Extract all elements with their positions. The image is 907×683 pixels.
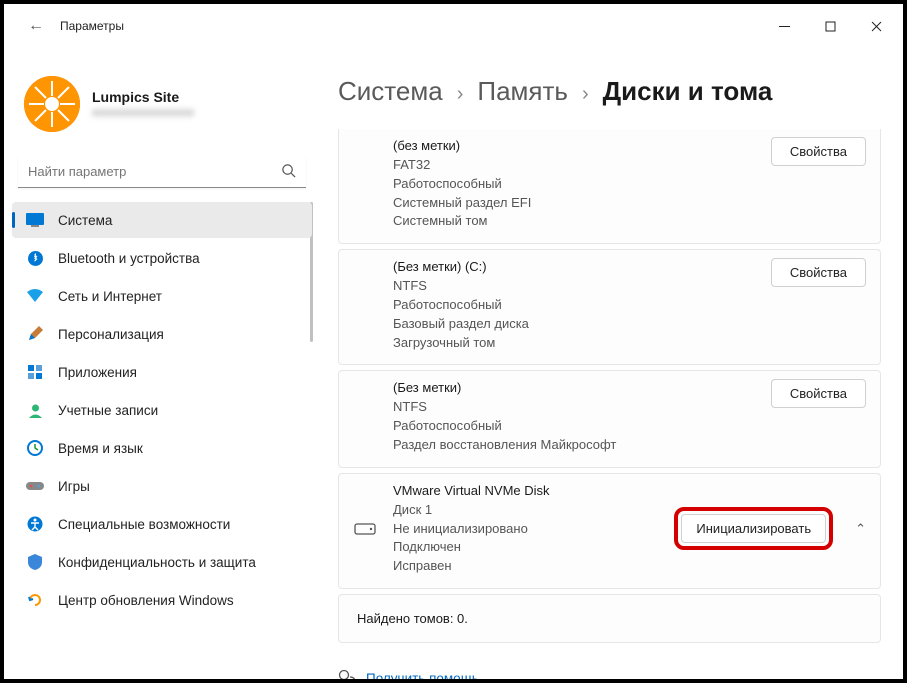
time-icon	[26, 439, 44, 457]
profile-name: Lumpics Site	[92, 89, 194, 105]
nav-gaming[interactable]: Игры	[12, 468, 312, 504]
gaming-icon	[26, 477, 44, 495]
nav-apps[interactable]: Приложения	[12, 354, 312, 390]
help-label: Получить помощь	[366, 671, 479, 679]
volume-fs: FAT32	[393, 156, 531, 175]
avatar	[24, 76, 80, 132]
nav-accessibility[interactable]: Специальные возможности	[12, 506, 312, 542]
search-box	[18, 156, 306, 188]
nav-label: Bluetooth и устройства	[58, 251, 200, 266]
accounts-icon	[26, 401, 44, 419]
chevron-up-icon[interactable]: ⌃	[855, 521, 866, 537]
nav-label: Персонализация	[58, 327, 164, 342]
nav-time[interactable]: Время и язык	[12, 430, 312, 466]
volume-line: Системный том	[393, 212, 531, 231]
volume-title: (Без метки)	[393, 379, 616, 398]
profile-block[interactable]: Lumpics Site xxxxxxxxxxxxxxxxx	[12, 48, 312, 148]
nav-label: Специальные возможности	[58, 517, 230, 532]
nav-label: Центр обновления Windows	[58, 593, 234, 608]
properties-button[interactable]: Свойства	[771, 379, 866, 408]
system-icon	[26, 211, 44, 229]
disk-line: Подключен	[393, 538, 658, 557]
breadcrumb-storage[interactable]: Память	[477, 76, 568, 107]
volume-line: Базовый раздел диска	[393, 315, 529, 334]
disk-sub: Диск 1	[393, 501, 658, 520]
close-button[interactable]	[853, 10, 899, 42]
chevron-right-icon: ›	[457, 83, 464, 106]
nav-label: Игры	[58, 479, 90, 494]
volume-fs: NTFS	[393, 398, 616, 417]
volume-line: Работоспособный	[393, 417, 616, 436]
maximize-button[interactable]	[807, 10, 853, 42]
nav-label: Система	[58, 213, 112, 228]
search-input[interactable]	[18, 156, 306, 188]
nav-label: Конфиденциальность и защита	[58, 555, 256, 570]
breadcrumb-current: Диски и тома	[603, 76, 773, 107]
network-icon	[26, 287, 44, 305]
disk-card[interactable]: VMware Virtual NVMe Disk Диск 1 Не иници…	[338, 473, 881, 589]
breadcrumb-system[interactable]: Система	[338, 76, 443, 107]
disk-icon	[353, 519, 377, 539]
main-panel: Система › Память › Диски и тома (без мет…	[320, 48, 903, 679]
volume-card: (Без метки) NTFS Работоспособный Раздел …	[338, 370, 881, 467]
nav-privacy[interactable]: Конфиденциальность и защита	[12, 544, 312, 580]
volume-line: Раздел восстановления Майкрософт	[393, 436, 616, 455]
nav-bluetooth[interactable]: Bluetooth и устройства	[12, 240, 312, 276]
properties-button[interactable]: Свойства	[771, 258, 866, 287]
volume-line: Системный раздел EFI	[393, 194, 531, 213]
apps-icon	[26, 363, 44, 381]
titlebar: ← Параметры	[4, 4, 903, 48]
search-icon	[281, 163, 296, 181]
highlight-frame: Инициализировать	[674, 507, 833, 550]
nav-network[interactable]: Сеть и Интернет	[12, 278, 312, 314]
volumes-found: Найдено томов: 0.	[338, 594, 881, 643]
nav-label: Сеть и Интернет	[58, 289, 162, 304]
volume-line: Работоспособный	[393, 296, 529, 315]
nav-update[interactable]: Центр обновления Windows	[12, 582, 312, 618]
volume-title: (без метки)	[393, 137, 531, 156]
personalization-icon	[26, 325, 44, 343]
profile-email: xxxxxxxxxxxxxxxxx	[92, 105, 194, 119]
window-controls	[761, 10, 899, 42]
initialize-button[interactable]: Инициализировать	[681, 514, 826, 543]
breadcrumb: Система › Память › Диски и тома	[338, 48, 881, 129]
get-help-link[interactable]: Получить помощь	[338, 669, 881, 679]
nav-label: Приложения	[58, 365, 137, 380]
volume-line: Загрузочный том	[393, 334, 529, 353]
nav-label: Время и язык	[58, 441, 143, 456]
help-icon	[338, 669, 356, 679]
volume-line: Работоспособный	[393, 175, 531, 194]
volume-title: (Без метки) (C:)	[393, 258, 529, 277]
nav-system[interactable]: Система	[12, 202, 312, 238]
sidebar: Lumpics Site xxxxxxxxxxxxxxxxx Система B…	[4, 48, 320, 679]
privacy-icon	[26, 553, 44, 571]
disk-line: Исправен	[393, 557, 658, 576]
back-button[interactable]: ←	[20, 10, 52, 42]
nav-personalization[interactable]: Персонализация	[12, 316, 312, 352]
update-icon	[26, 591, 44, 609]
minimize-button[interactable]	[761, 10, 807, 42]
nav-accounts[interactable]: Учетные записи	[12, 392, 312, 428]
nav: Система Bluetooth и устройства Сеть и Ин…	[12, 202, 312, 618]
volume-fs: NTFS	[393, 277, 529, 296]
bluetooth-icon	[26, 249, 44, 267]
properties-button[interactable]: Свойства	[771, 137, 866, 166]
disk-name: VMware Virtual NVMe Disk	[393, 482, 658, 501]
disk-line: Не инициализировано	[393, 520, 658, 539]
nav-label: Учетные записи	[58, 403, 158, 418]
volume-card: (без метки) FAT32 Работоспособный Систем…	[338, 129, 881, 244]
volume-card: (Без метки) (C:) NTFS Работоспособный Ба…	[338, 249, 881, 365]
chevron-right-icon: ›	[582, 83, 589, 106]
window-title: Параметры	[60, 19, 124, 33]
accessibility-icon	[26, 515, 44, 533]
